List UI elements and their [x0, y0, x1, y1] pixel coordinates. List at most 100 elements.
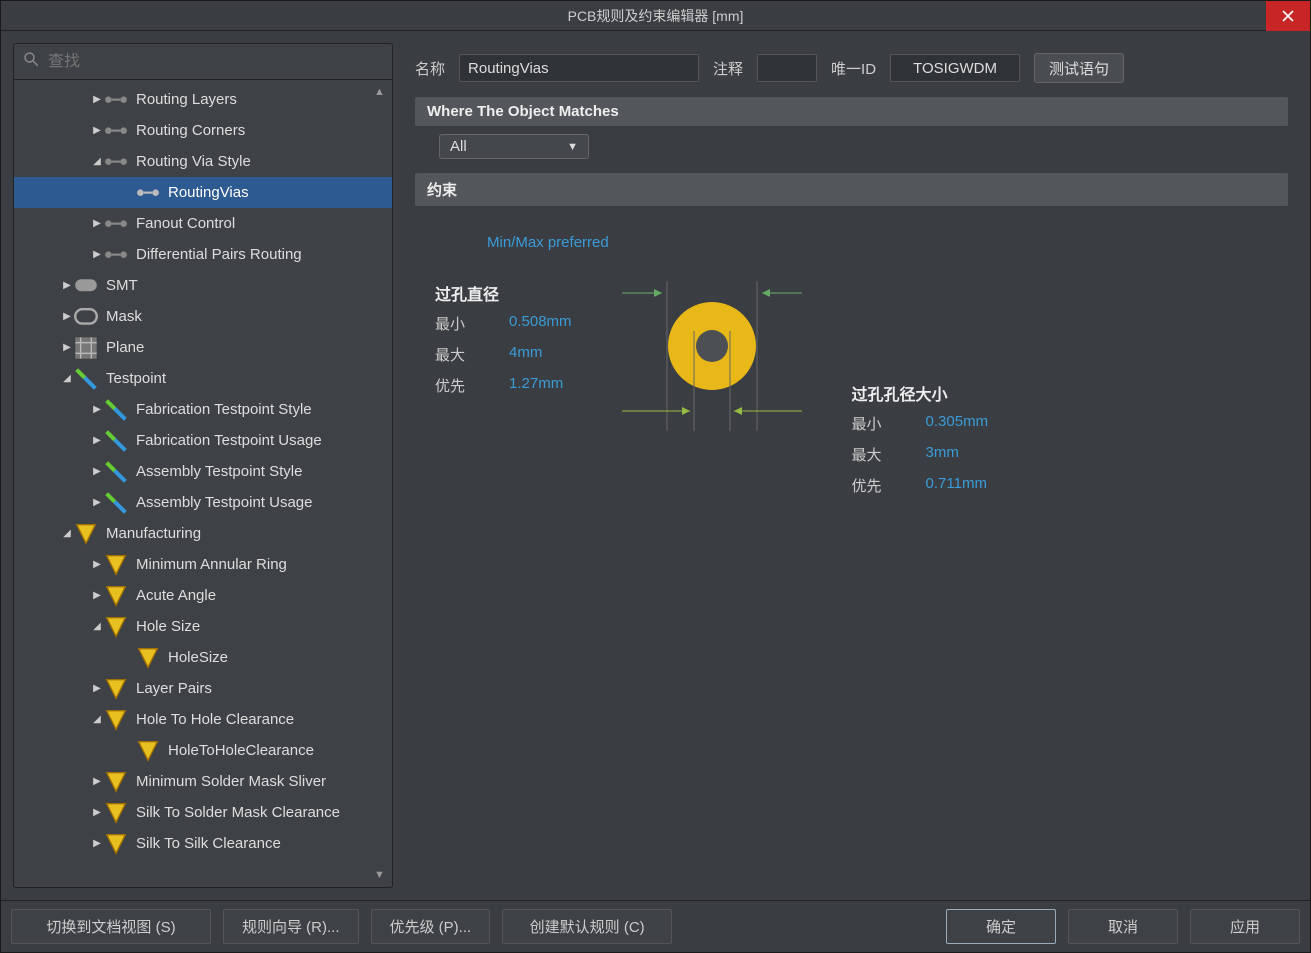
plane-icon	[74, 339, 98, 357]
rules-tree-panel: ▲ ▶ Routing Layers ▶ Routing Corners ◢ R…	[13, 43, 393, 888]
tree-item-routing-corners[interactable]: ▶ Routing Corners	[14, 115, 392, 146]
rule-wizard-button[interactable]: 规则向导 (R)...	[223, 909, 359, 944]
search-input[interactable]	[48, 53, 384, 71]
priorities-button[interactable]: 优先级 (P)...	[371, 909, 491, 944]
tree-item-routing-via-style[interactable]: ◢ Routing Via Style	[14, 146, 392, 177]
routing-icon	[104, 122, 128, 140]
rules-tree[interactable]: ▲ ▶ Routing Layers ▶ Routing Corners ◢ R…	[14, 80, 392, 887]
cancel-button[interactable]: 取消	[1068, 909, 1178, 944]
scroll-up-icon[interactable]: ▲	[374, 86, 388, 98]
minmax-preferred-link[interactable]: Min/Max preferred	[435, 234, 1268, 251]
routing-icon	[104, 215, 128, 233]
hole-size-group: 过孔孔径大小 最小0.305mm 最大3mm 优先0.711mm	[852, 381, 989, 506]
create-default-button[interactable]: 创建默认规则 (C)	[502, 909, 672, 944]
rule-id-input[interactable]	[890, 54, 1020, 82]
expand-icon: ▶	[90, 683, 104, 694]
tree-item-fanout-control[interactable]: ▶ Fanout Control	[14, 208, 392, 239]
manufacturing-icon	[104, 835, 128, 853]
manufacturing-icon	[104, 804, 128, 822]
scope-value: All	[450, 138, 467, 155]
via-max-label: 最大	[435, 344, 483, 365]
hole-pref-value[interactable]: 0.711mm	[926, 475, 987, 496]
tree-item-plane[interactable]: ▶ Plane	[14, 332, 392, 363]
tree-item-hole-to-hole[interactable]: ◢ Hole To Hole Clearance	[14, 704, 392, 735]
where-section-header: Where The Object Matches	[415, 97, 1288, 126]
tree-item-testpoint[interactable]: ◢ Testpoint	[14, 363, 392, 394]
chevron-down-icon: ▼	[567, 141, 578, 153]
expand-icon: ▶	[90, 125, 104, 136]
tree-item-acute-angle[interactable]: ▶ Acute Angle	[14, 580, 392, 611]
manufacturing-icon	[104, 618, 128, 636]
tree-item-layer-pairs[interactable]: ▶ Layer Pairs	[14, 673, 392, 704]
tree-item-silk-solder[interactable]: ▶ Silk To Solder Mask Clearance	[14, 797, 392, 828]
scroll-down-icon[interactable]: ▼	[374, 869, 388, 881]
manufacturing-icon	[104, 711, 128, 729]
expand-icon: ▶	[60, 311, 74, 322]
apply-button[interactable]: 应用	[1190, 909, 1300, 944]
tree-item-holesize-rule[interactable]: HoleSize	[14, 642, 392, 673]
hole-pref-label: 优先	[852, 475, 900, 496]
tree-item-smt[interactable]: ▶ SMT	[14, 270, 392, 301]
test-queries-button[interactable]: 测试语句	[1034, 53, 1124, 83]
manufacturing-icon	[104, 680, 128, 698]
via-max-value[interactable]: 4mm	[509, 344, 542, 365]
tree-item-mask[interactable]: ▶ Mask	[14, 301, 392, 332]
via-diameter-group: 过孔直径 最小0.508mm 最大4mm 优先1.27mm	[435, 281, 572, 506]
collapse-icon: ◢	[90, 714, 104, 725]
tree-item-hole-size[interactable]: ◢ Hole Size	[14, 611, 392, 642]
tree-item-asm-tp-usage[interactable]: ▶ Assembly Testpoint Usage	[14, 487, 392, 518]
via-diagram-icon	[622, 281, 802, 431]
via-min-value[interactable]: 0.508mm	[509, 313, 572, 334]
routing-icon	[104, 246, 128, 264]
manufacturing-icon	[74, 525, 98, 543]
tree-item-fab-tp-usage[interactable]: ▶ Fabrication Testpoint Usage	[14, 425, 392, 456]
testpoint-icon	[104, 494, 128, 512]
testpoint-icon	[104, 401, 128, 419]
tree-item-holetohole-rule[interactable]: HoleToHoleClearance	[14, 735, 392, 766]
close-button[interactable]	[1266, 1, 1310, 31]
switch-view-button[interactable]: 切换到文档视图 (S)	[11, 909, 211, 944]
tree-item-routingvias[interactable]: RoutingVias	[14, 177, 392, 208]
tree-item-manufacturing[interactable]: ◢ Manufacturing	[14, 518, 392, 549]
tree-item-diff-pairs[interactable]: ▶ Differential Pairs Routing	[14, 239, 392, 270]
expand-icon: ▶	[90, 807, 104, 818]
routing-icon	[136, 184, 160, 202]
via-pref-value[interactable]: 1.27mm	[509, 375, 563, 396]
dialog-footer: 切换到文档视图 (S) 规则向导 (R)... 优先级 (P)... 创建默认规…	[1, 900, 1310, 952]
id-label: 唯一ID	[831, 58, 876, 79]
hole-min-label: 最小	[852, 413, 900, 434]
expand-icon: ▶	[90, 94, 104, 105]
expand-icon: ▶	[60, 280, 74, 291]
rule-comment-input[interactable]	[757, 54, 817, 82]
collapse-icon: ◢	[90, 156, 104, 167]
expand-icon: ▶	[90, 838, 104, 849]
tree-item-silk-silk[interactable]: ▶ Silk To Silk Clearance	[14, 828, 392, 859]
rule-header-row: 名称 注释 唯一ID 测试语句	[405, 53, 1298, 97]
expand-icon: ▶	[90, 218, 104, 229]
expand-icon: ▶	[90, 249, 104, 260]
comment-label: 注释	[713, 58, 743, 79]
manufacturing-icon	[136, 742, 160, 760]
rule-name-input[interactable]	[459, 54, 699, 82]
title-bar: PCB规则及约束编辑器 [mm]	[1, 1, 1310, 31]
rule-editor-panel: 名称 注释 唯一ID 测试语句 Where The Object Matches…	[405, 43, 1298, 888]
expand-icon: ▶	[90, 404, 104, 415]
hole-min-value[interactable]: 0.305mm	[926, 413, 989, 434]
ok-button[interactable]: 确定	[946, 909, 1056, 944]
tree-item-asm-tp-style[interactable]: ▶ Assembly Testpoint Style	[14, 456, 392, 487]
tree-item-min-solder-sliver[interactable]: ▶ Minimum Solder Mask Sliver	[14, 766, 392, 797]
scope-dropdown[interactable]: All ▼	[439, 134, 589, 159]
expand-icon: ▶	[60, 342, 74, 353]
hole-max-value[interactable]: 3mm	[926, 444, 959, 465]
manufacturing-icon	[104, 556, 128, 574]
tree-item-routing-layers[interactable]: ▶ Routing Layers	[14, 84, 392, 115]
window-title: PCB规则及约束编辑器 [mm]	[568, 6, 744, 26]
expand-icon: ▶	[90, 466, 104, 477]
tree-item-fab-tp-style[interactable]: ▶ Fabrication Testpoint Style	[14, 394, 392, 425]
hole-max-label: 最大	[852, 444, 900, 465]
tree-item-min-annular[interactable]: ▶ Minimum Annular Ring	[14, 549, 392, 580]
name-label: 名称	[415, 58, 445, 79]
expand-icon: ▶	[90, 776, 104, 787]
testpoint-icon	[104, 432, 128, 450]
collapse-icon: ◢	[60, 528, 74, 539]
